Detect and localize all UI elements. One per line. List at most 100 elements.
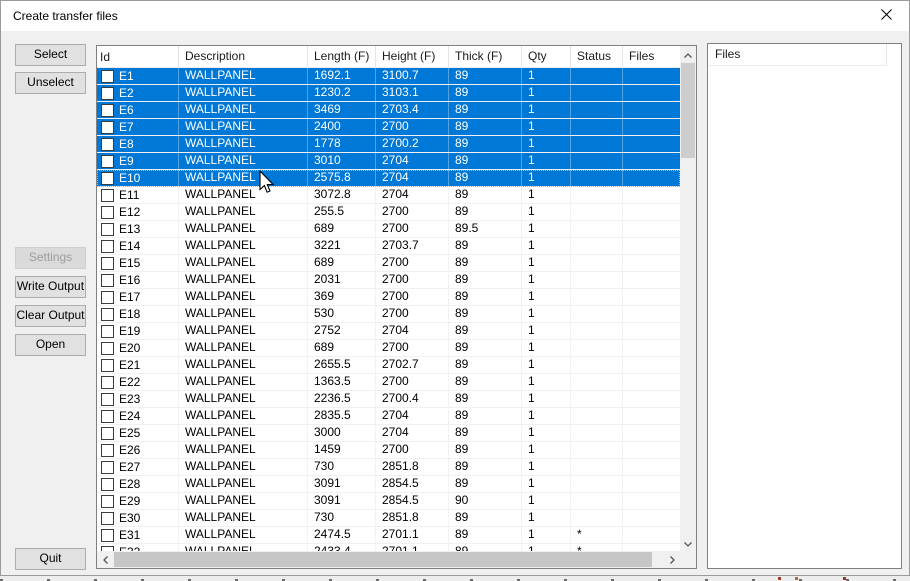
table-row[interactable]: E18WALLPANEL5302700891: [97, 306, 680, 323]
column-header-files[interactable]: Files: [623, 46, 680, 67]
table-row[interactable]: E28WALLPANEL30912854.5891: [97, 476, 680, 493]
cell-qty: 1: [522, 459, 571, 475]
cell-thick: 89: [449, 510, 522, 526]
files-panel[interactable]: Files: [707, 43, 902, 569]
table-row[interactable]: E8WALLPANEL17782700.2891: [97, 136, 680, 153]
row-checkbox[interactable]: [101, 104, 114, 117]
table-row[interactable]: E20WALLPANEL6892700891: [97, 340, 680, 357]
row-checkbox[interactable]: [101, 274, 114, 287]
table-row[interactable]: E19WALLPANEL27522704891: [97, 323, 680, 340]
row-id-label: E22: [119, 375, 140, 390]
cell-thick: 89: [449, 340, 522, 356]
table-row[interactable]: E22WALLPANEL1363.52700891: [97, 374, 680, 391]
quit-button[interactable]: Quit: [15, 548, 86, 570]
row-checkbox[interactable]: [101, 206, 114, 219]
row-checkbox[interactable]: [101, 342, 114, 355]
column-header-qty[interactable]: Qty: [522, 46, 571, 67]
scroll-right-button[interactable]: [664, 551, 680, 568]
column-header-thick[interactable]: Thick (F): [449, 46, 522, 67]
cell-qty: 1: [522, 391, 571, 407]
table-row[interactable]: E24WALLPANEL2835.52704891: [97, 408, 680, 425]
table-row[interactable]: E10WALLPANEL2575.82704891: [97, 170, 680, 187]
cell-id: E15: [97, 255, 179, 271]
scroll-up-button[interactable]: [680, 46, 696, 62]
cell-length: 1459: [308, 442, 376, 458]
row-checkbox[interactable]: [101, 393, 114, 406]
scroll-left-button[interactable]: [97, 551, 113, 568]
column-header-status[interactable]: Status: [571, 46, 623, 67]
row-checkbox[interactable]: [101, 427, 114, 440]
select-button[interactable]: Select: [15, 44, 86, 66]
scroll-down-button[interactable]: [680, 535, 696, 551]
cell-thick: 89: [449, 306, 522, 322]
table-row[interactable]: E26WALLPANEL14592700891: [97, 442, 680, 459]
row-checkbox[interactable]: [101, 70, 114, 83]
row-checkbox[interactable]: [101, 223, 114, 236]
row-checkbox[interactable]: [101, 529, 114, 542]
cell-length: 3000: [308, 425, 376, 441]
column-header-description[interactable]: Description: [179, 46, 308, 67]
row-checkbox[interactable]: [101, 308, 114, 321]
row-checkbox[interactable]: [101, 478, 114, 491]
vertical-scrollbar[interactable]: [680, 46, 696, 551]
row-checkbox[interactable]: [101, 121, 114, 134]
table-row[interactable]: E21WALLPANEL2655.52702.7891: [97, 357, 680, 374]
row-checkbox[interactable]: [101, 257, 114, 270]
table-row[interactable]: E17WALLPANEL3692700891: [97, 289, 680, 306]
table-row[interactable]: E29WALLPANEL30912854.5901: [97, 493, 680, 510]
row-checkbox[interactable]: [101, 291, 114, 304]
write-output-button[interactable]: Write Output: [15, 276, 86, 298]
table-row[interactable]: E23WALLPANEL2236.52700.4891: [97, 391, 680, 408]
open-button[interactable]: Open: [15, 334, 86, 356]
row-checkbox[interactable]: [101, 240, 114, 253]
horizontal-scrollbar[interactable]: [97, 551, 680, 568]
table-row[interactable]: E11WALLPANEL3072.82704891: [97, 187, 680, 204]
table-row[interactable]: E15WALLPANEL6892700891: [97, 255, 680, 272]
table-row[interactable]: E27WALLPANEL7302851.8891: [97, 459, 680, 476]
table-row[interactable]: E32WALLPANEL2433.42701.1891*: [97, 544, 680, 551]
column-header-height[interactable]: Height (F): [376, 46, 449, 67]
table-row[interactable]: E12WALLPANEL255.52700891: [97, 204, 680, 221]
table-row[interactable]: E7WALLPANEL24002700891: [97, 119, 680, 136]
row-checkbox[interactable]: [101, 155, 114, 168]
row-checkbox[interactable]: [101, 172, 114, 185]
row-checkbox[interactable]: [101, 189, 114, 202]
row-checkbox[interactable]: [101, 444, 114, 457]
cell-description: WALLPANEL: [179, 85, 308, 101]
row-checkbox[interactable]: [101, 359, 114, 372]
cell-files: [623, 204, 680, 220]
row-checkbox[interactable]: [101, 512, 114, 525]
row-checkbox[interactable]: [101, 461, 114, 474]
row-checkbox[interactable]: [101, 138, 114, 151]
table-row[interactable]: E9WALLPANEL30102704891: [97, 153, 680, 170]
close-button[interactable]: [863, 1, 909, 30]
vertical-scrollbar-thumb[interactable]: [681, 63, 695, 158]
clear-output-button[interactable]: Clear Output: [15, 305, 86, 327]
table-row[interactable]: E25WALLPANEL30002704891: [97, 425, 680, 442]
cell-height: 2700: [376, 340, 449, 356]
row-checkbox[interactable]: [101, 410, 114, 423]
table-row[interactable]: E16WALLPANEL20312700891: [97, 272, 680, 289]
chevron-right-icon: [670, 551, 675, 569]
row-checkbox[interactable]: [101, 376, 114, 389]
table-row[interactable]: E6WALLPANEL34692703.4891: [97, 102, 680, 119]
table-row[interactable]: E1WALLPANEL1692.13100.7891: [97, 68, 680, 85]
files-panel-header[interactable]: Files: [708, 44, 887, 66]
row-checkbox[interactable]: [101, 495, 114, 508]
cell-qty: 1: [522, 374, 571, 390]
cell-status: [571, 136, 623, 152]
table-row[interactable]: E2WALLPANEL1230.23103.1891: [97, 85, 680, 102]
row-checkbox[interactable]: [101, 87, 114, 100]
column-header-id[interactable]: Id: [97, 46, 179, 67]
cell-files: [623, 170, 680, 186]
row-id-label: E16: [119, 273, 140, 288]
table-row[interactable]: E30WALLPANEL7302851.8891: [97, 510, 680, 527]
table-row[interactable]: E13WALLPANEL689270089.51: [97, 221, 680, 238]
row-id-label: E21: [119, 358, 140, 373]
unselect-button[interactable]: Unselect: [15, 72, 86, 94]
row-checkbox[interactable]: [101, 325, 114, 338]
horizontal-scrollbar-thumb[interactable]: [114, 552, 652, 567]
table-row[interactable]: E31WALLPANEL2474.52701.1891*: [97, 527, 680, 544]
table-row[interactable]: E14WALLPANEL32212703.7891: [97, 238, 680, 255]
column-header-length[interactable]: Length (F): [308, 46, 376, 67]
